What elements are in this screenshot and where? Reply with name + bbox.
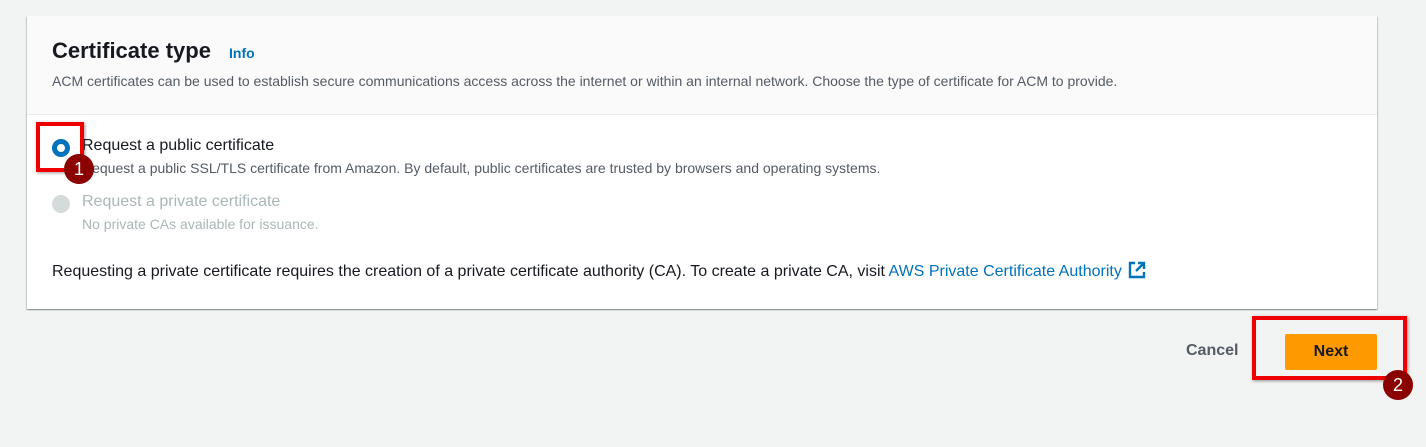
certificate-type-panel: Certificate type Info ACM certificates c… [27, 16, 1377, 309]
option-description: Request a public SSL/TLS certificate fro… [82, 160, 881, 176]
info-link[interactable]: Info [229, 45, 255, 61]
option-label: Request a private certificate [82, 193, 281, 210]
private-ca-note: Requesting a private certificate require… [52, 261, 1146, 281]
option-label: Request a public certificate [82, 137, 275, 154]
radio-private-disabled [52, 195, 70, 213]
note-text: Requesting a private certificate require… [52, 263, 889, 280]
step-badge-1: 1 [64, 154, 94, 184]
private-ca-link[interactable]: AWS Private Certificate Authority [888, 261, 1146, 280]
external-link-icon [1128, 261, 1146, 279]
option-description: No private CAs available for issuance. [82, 216, 319, 232]
highlight-box-step2 [1252, 316, 1407, 380]
panel-description: ACM certificates can be used to establis… [52, 73, 1118, 89]
panel-header: Certificate type Info ACM certificates c… [27, 16, 1377, 115]
cancel-button[interactable]: Cancel [1176, 340, 1248, 362]
step-badge-2: 2 [1383, 370, 1413, 400]
panel-title: Certificate type [52, 38, 211, 63]
link-label: AWS Private Certificate Authority [888, 263, 1122, 280]
